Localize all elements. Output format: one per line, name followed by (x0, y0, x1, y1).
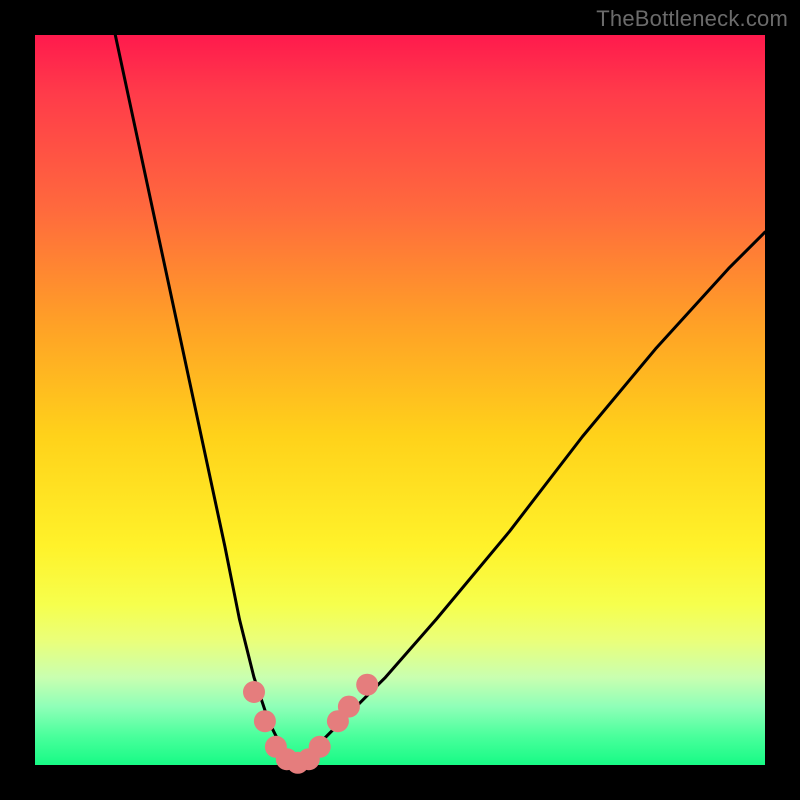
chart-frame: TheBottleneck.com (0, 0, 800, 800)
highlight-dots (243, 674, 378, 774)
chart-svg (35, 35, 765, 765)
watermark-text: TheBottleneck.com (596, 6, 788, 32)
chart-plot-area (35, 35, 765, 765)
bottleneck-curve (115, 35, 765, 765)
